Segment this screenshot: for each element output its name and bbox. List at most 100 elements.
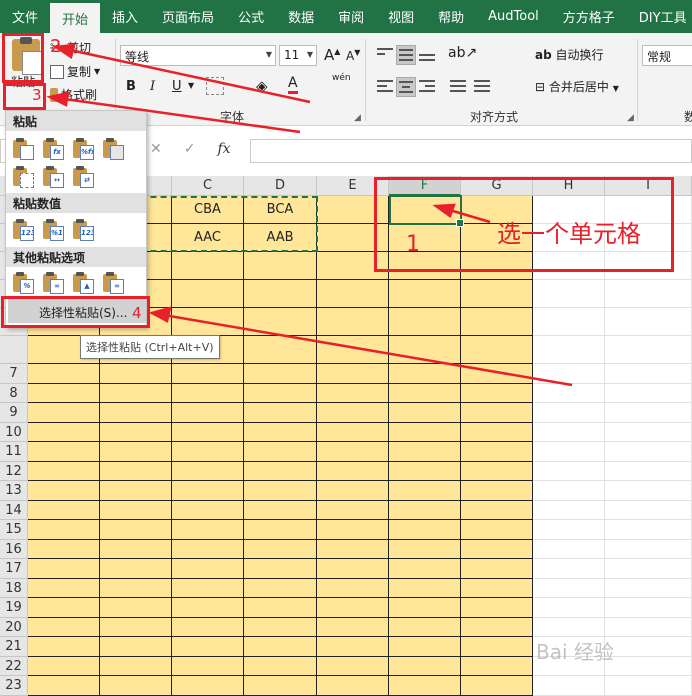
cell[interactable] — [317, 403, 389, 423]
cell[interactable] — [461, 617, 533, 637]
cell[interactable] — [461, 559, 533, 579]
cell[interactable] — [172, 656, 244, 676]
cell[interactable] — [172, 364, 244, 384]
tab-fangfangezi[interactable]: 方方格子 — [551, 0, 627, 33]
cancel-icon[interactable]: ✕ — [150, 141, 162, 157]
cell[interactable] — [605, 637, 692, 657]
cell[interactable] — [244, 500, 317, 520]
cell[interactable] — [172, 422, 244, 442]
cell[interactable] — [605, 461, 692, 481]
cell[interactable] — [100, 383, 172, 403]
cell[interactable] — [389, 578, 461, 598]
column-header-c[interactable]: C — [172, 176, 244, 196]
row-header[interactable]: 23 — [0, 676, 28, 696]
merge-center-button[interactable]: ⊟ 合并后居中 ▼ — [535, 78, 619, 95]
cell[interactable] — [605, 676, 692, 696]
chevron-down-icon[interactable]: ▼ — [188, 81, 194, 90]
cell[interactable] — [317, 422, 389, 442]
cell[interactable] — [533, 364, 605, 384]
cell[interactable] — [244, 364, 317, 384]
row-header[interactable] — [0, 336, 28, 364]
cell[interactable] — [317, 383, 389, 403]
paste-values-number-format-icon[interactable]: %123 — [42, 218, 66, 242]
cell[interactable] — [533, 617, 605, 637]
cell[interactable] — [244, 578, 317, 598]
paste-icon[interactable] — [12, 137, 36, 161]
row-header[interactable]: 15 — [0, 520, 28, 540]
cell[interactable] — [28, 364, 100, 384]
cell[interactable] — [533, 500, 605, 520]
cell[interactable] — [461, 481, 533, 501]
cell[interactable] — [605, 578, 692, 598]
row-header[interactable]: 9 — [0, 403, 28, 423]
paste-keep-column-width-icon[interactable]: ↔ — [42, 165, 66, 189]
row-header[interactable]: 13 — [0, 481, 28, 501]
cell[interactable] — [605, 383, 692, 403]
cell[interactable] — [28, 461, 100, 481]
cell[interactable] — [28, 617, 100, 637]
cell[interactable] — [317, 637, 389, 657]
cell[interactable] — [389, 598, 461, 618]
cell[interactable] — [389, 422, 461, 442]
cell[interactable] — [461, 676, 533, 696]
column-header-i[interactable]: I — [605, 176, 692, 196]
cell[interactable] — [28, 520, 100, 540]
cell[interactable] — [100, 461, 172, 481]
cell[interactable] — [100, 578, 172, 598]
font-name-select[interactable]: 等线 ▼ — [120, 45, 276, 66]
cell[interactable] — [172, 578, 244, 598]
cell[interactable] — [317, 224, 389, 252]
tab-formulas[interactable]: 公式 — [226, 0, 276, 33]
cell[interactable] — [172, 676, 244, 696]
cell[interactable] — [172, 520, 244, 540]
cell[interactable] — [461, 252, 533, 280]
align-center-icon[interactable] — [396, 77, 416, 97]
align-bottom-icon[interactable] — [417, 45, 437, 65]
cell[interactable] — [389, 656, 461, 676]
cell[interactable] — [317, 676, 389, 696]
row-header[interactable]: 20 — [0, 617, 28, 637]
cell[interactable] — [100, 676, 172, 696]
cell[interactable] — [533, 442, 605, 462]
cell[interactable] — [605, 422, 692, 442]
row-header[interactable]: 17 — [0, 559, 28, 579]
cell[interactable]: AAC — [172, 224, 244, 252]
cell[interactable] — [172, 252, 244, 280]
row-header[interactable]: 22 — [0, 656, 28, 676]
wrap-text-button[interactable]: ab 自动换行 — [535, 46, 604, 63]
cell[interactable] — [461, 578, 533, 598]
cell[interactable]: CBA — [172, 196, 244, 224]
cell[interactable] — [533, 308, 605, 336]
tab-review[interactable]: 审阅 — [326, 0, 376, 33]
tab-data[interactable]: 数据 — [276, 0, 326, 33]
cell[interactable] — [244, 422, 317, 442]
cell[interactable] — [244, 481, 317, 501]
cell[interactable] — [317, 481, 389, 501]
number-format-select[interactable]: 常规 — [642, 45, 692, 66]
cell[interactable] — [317, 336, 389, 364]
cell[interactable] — [28, 383, 100, 403]
cell[interactable] — [100, 364, 172, 384]
cell[interactable] — [533, 598, 605, 618]
cell[interactable] — [244, 656, 317, 676]
cell[interactable] — [100, 442, 172, 462]
cell[interactable] — [533, 520, 605, 540]
cell[interactable] — [244, 598, 317, 618]
paste-link-icon[interactable]: ∞ — [42, 271, 66, 295]
cell[interactable] — [389, 403, 461, 423]
cell[interactable] — [317, 520, 389, 540]
cell[interactable] — [605, 598, 692, 618]
row-header[interactable]: 12 — [0, 461, 28, 481]
cell[interactable] — [28, 500, 100, 520]
cell[interactable] — [461, 637, 533, 657]
cell[interactable] — [605, 364, 692, 384]
cell[interactable] — [389, 461, 461, 481]
dialog-launcher-icon[interactable]: ◢ — [627, 113, 634, 123]
cell[interactable] — [317, 196, 389, 224]
tab-insert[interactable]: 插入 — [100, 0, 150, 33]
formula-input[interactable] — [250, 139, 692, 163]
cell[interactable] — [461, 364, 533, 384]
cell[interactable] — [389, 308, 461, 336]
cell[interactable] — [605, 539, 692, 559]
row-header[interactable]: 18 — [0, 578, 28, 598]
